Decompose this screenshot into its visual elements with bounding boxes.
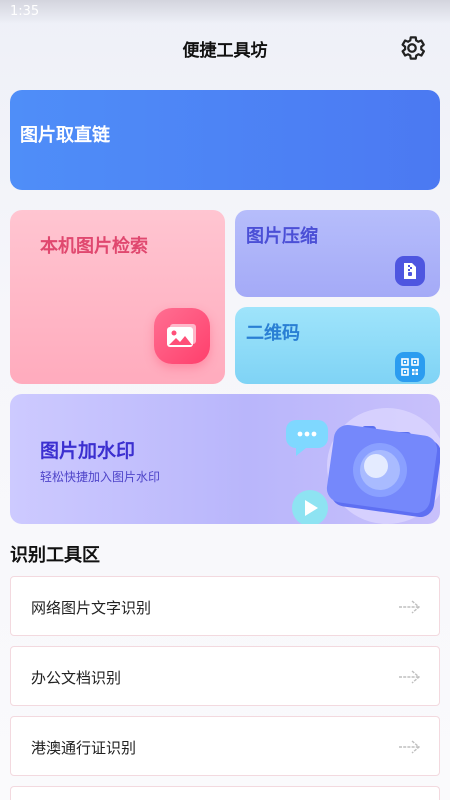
- direct-link-card[interactable]: 图片取直链: [10, 90, 440, 190]
- status-bar: 1:35: [0, 0, 450, 24]
- list-item-partial[interactable]: [10, 786, 440, 800]
- image-compress-card[interactable]: 图片压缩: [235, 210, 440, 297]
- status-time: 1:35: [10, 4, 40, 19]
- direct-link-label: 图片取直链: [20, 125, 110, 146]
- recognition-section-title: 识别工具区: [10, 545, 100, 566]
- settings-button[interactable]: [394, 30, 430, 66]
- list-item-label: 港澳通行证识别: [31, 739, 137, 757]
- list-item-web-image-ocr[interactable]: 网络图片文字识别: [10, 576, 440, 636]
- local-image-search-label: 本机图片检索: [40, 236, 148, 257]
- list-item-label: 网络图片文字识别: [31, 599, 152, 617]
- arrow-right-icon: [399, 670, 421, 684]
- qrcode-card[interactable]: 二维码: [235, 307, 440, 384]
- camera-icon: [286, 408, 440, 524]
- image-compress-label: 图片压缩: [246, 226, 318, 247]
- compress-icon: [395, 256, 425, 286]
- image-icon: [154, 308, 210, 364]
- app-header: 便捷工具坊: [0, 28, 450, 68]
- watermark-card[interactable]: 图片加水印 轻松快捷加入图片水印: [10, 394, 440, 524]
- gear-icon: [401, 36, 425, 60]
- list-item-office-document-ocr[interactable]: 办公文档识别: [10, 646, 440, 706]
- watermark-subtitle: 轻松快捷加入图片水印: [40, 470, 161, 484]
- local-image-search-card[interactable]: 本机图片检索: [10, 210, 225, 384]
- qrcode-icon: [395, 352, 425, 382]
- qrcode-label: 二维码: [246, 323, 300, 344]
- watermark-label: 图片加水印: [40, 440, 136, 462]
- list-item-label: 办公文档识别: [31, 669, 122, 687]
- arrow-right-icon: [399, 600, 421, 614]
- list-item-hk-macau-permit-ocr[interactable]: 港澳通行证识别: [10, 716, 440, 776]
- arrow-right-icon: [399, 740, 421, 754]
- page-title: 便捷工具坊: [182, 41, 268, 61]
